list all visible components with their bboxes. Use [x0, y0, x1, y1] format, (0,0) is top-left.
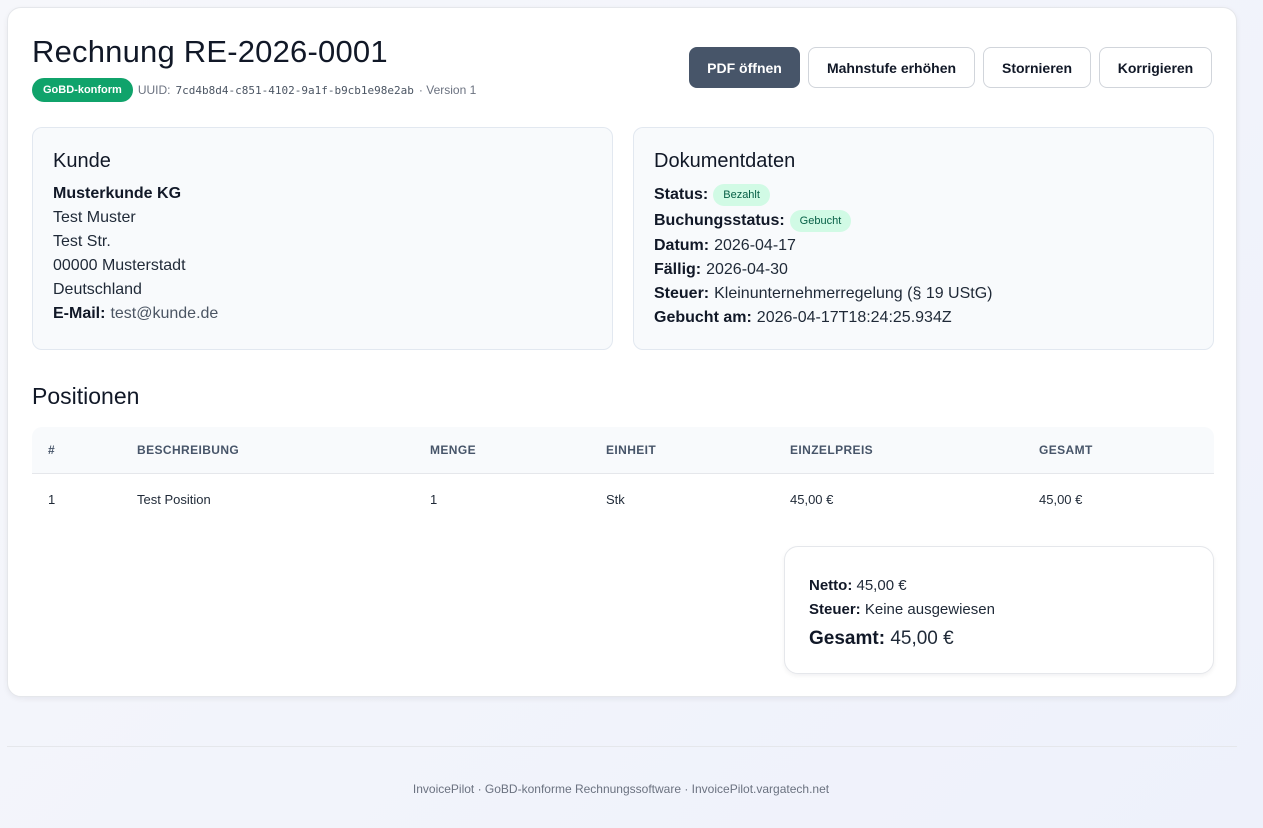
- correct-invoice-button[interactable]: Korrigieren: [1099, 47, 1212, 88]
- column-header-unit: EINHEIT: [606, 443, 657, 457]
- customer-country: Deutschland: [53, 281, 142, 298]
- table-row: 1 Test Position 1 Stk 45,00 € 45,00 €: [32, 474, 1214, 524]
- email-label: E-Mail:: [53, 305, 106, 322]
- due-value: 2026-04-30: [706, 261, 788, 278]
- cancel-invoice-button[interactable]: Stornieren: [983, 47, 1091, 88]
- customer-email-line: E-Mail: test@kunde.de: [53, 302, 592, 326]
- cell-index: 1: [48, 491, 56, 507]
- version-label: · Version 1: [418, 83, 477, 97]
- page-title: Rechnung RE-2026-0001: [32, 34, 388, 69]
- grand-total-line: Gesamt: 45,00 €: [809, 624, 1189, 654]
- customer-heading: Kunde: [53, 150, 111, 172]
- customer-panel: Kunde Musterkunde KG Test Muster Test St…: [32, 127, 613, 350]
- net-line: Netto: 45,00 €: [809, 574, 1189, 598]
- column-header-quantity: MENGE: [430, 443, 477, 457]
- footer-text: InvoicePilot · GoBD-konforme Rechnungsso…: [412, 782, 830, 796]
- net-value: 45,00 €: [856, 577, 907, 594]
- booked-at-line: Gebucht am: 2026-04-17T18:24:25.934Z: [654, 306, 1193, 330]
- customer-contact: Test Muster: [53, 209, 136, 226]
- footer-divider: [7, 746, 1237, 747]
- cell-total: 45,00 €: [1039, 491, 1083, 507]
- customer-name-line: Musterkunde KG: [53, 182, 592, 206]
- booking-status-line: Buchungsstatus: Gebucht: [654, 208, 1193, 234]
- totals-box: Netto: 45,00 € Steuer: Keine ausgewiesen…: [784, 546, 1214, 674]
- uuid-value: 7cd4b8d4-c851-4102-9a1f-b9cb1e98e2ab: [175, 83, 414, 97]
- column-header-total: GESAMT: [1039, 443, 1093, 457]
- document-heading: Dokumentdaten: [654, 150, 796, 172]
- positions-heading: Positionen: [32, 383, 140, 409]
- tax-line: Steuer: Kleinunternehmerregelung (§ 19 U…: [654, 282, 1193, 306]
- booking-status-badge: Gebucht: [789, 210, 852, 232]
- customer-street: Test Str.: [53, 233, 111, 250]
- gobd-badge: GoBD-konform: [32, 78, 133, 102]
- due-label: Fällig:: [654, 261, 702, 278]
- cell-unit: Stk: [606, 491, 625, 507]
- action-toolbar: PDF öffnen Mahnstufe erhöhen Stornieren …: [689, 47, 1212, 88]
- customer-name: Musterkunde KG: [53, 185, 182, 202]
- column-header-description: BESCHREIBUNG: [137, 443, 240, 457]
- tax-label: Steuer:: [654, 285, 710, 302]
- grand-total-value: 45,00 €: [890, 628, 954, 649]
- totals-tax-label: Steuer:: [809, 601, 861, 618]
- date-label: Datum:: [654, 237, 710, 254]
- cell-quantity: 1: [430, 491, 438, 507]
- invoice-card: Rechnung RE-2026-0001 GoBD-konform UUID:…: [7, 7, 1237, 697]
- column-header-index: #: [48, 443, 56, 457]
- status-line: Status: Bezahlt: [654, 182, 1193, 208]
- customer-city: 00000 Musterstadt: [53, 257, 186, 274]
- table-header: # BESCHREIBUNG MENGE EINHEIT EINZELPREIS…: [32, 427, 1214, 474]
- cell-description: Test Position: [137, 491, 211, 507]
- booking-status-label: Buchungsstatus:: [654, 212, 785, 229]
- totals-tax-value: Keine ausgewiesen: [864, 601, 995, 618]
- customer-email-link[interactable]: test@kunde.de: [110, 302, 218, 326]
- invoice-meta: GoBD-konform UUID: 7cd4b8d4-c851-4102-9a…: [32, 78, 476, 102]
- booked-at-value: 2026-04-17T18:24:25.934Z: [756, 309, 952, 326]
- net-label: Netto:: [809, 577, 853, 594]
- document-panel: Dokumentdaten Status: Bezahlt Buchungsst…: [633, 127, 1214, 350]
- tax-value: Kleinunternehmerregelung (§ 19 UStG): [714, 285, 993, 302]
- date-value: 2026-04-17: [714, 237, 796, 254]
- status-badge: Bezahlt: [713, 184, 770, 206]
- positions-table: # BESCHREIBUNG MENGE EINHEIT EINZELPREIS…: [32, 427, 1214, 524]
- uuid-label: UUID:: [137, 83, 171, 97]
- increase-dunning-button[interactable]: Mahnstufe erhöhen: [808, 47, 975, 88]
- totals-tax-line: Steuer: Keine ausgewiesen: [809, 598, 1189, 622]
- grand-total-label: Gesamt:: [809, 628, 886, 649]
- date-line: Datum: 2026-04-17: [654, 234, 1193, 258]
- open-pdf-button[interactable]: PDF öffnen: [689, 47, 800, 88]
- column-header-unit-price: EINZELPREIS: [790, 443, 874, 457]
- cell-unit-price: 45,00 €: [790, 491, 834, 507]
- due-line: Fällig: 2026-04-30: [654, 258, 1193, 282]
- status-label: Status:: [654, 186, 709, 203]
- booked-at-label: Gebucht am:: [654, 309, 752, 326]
